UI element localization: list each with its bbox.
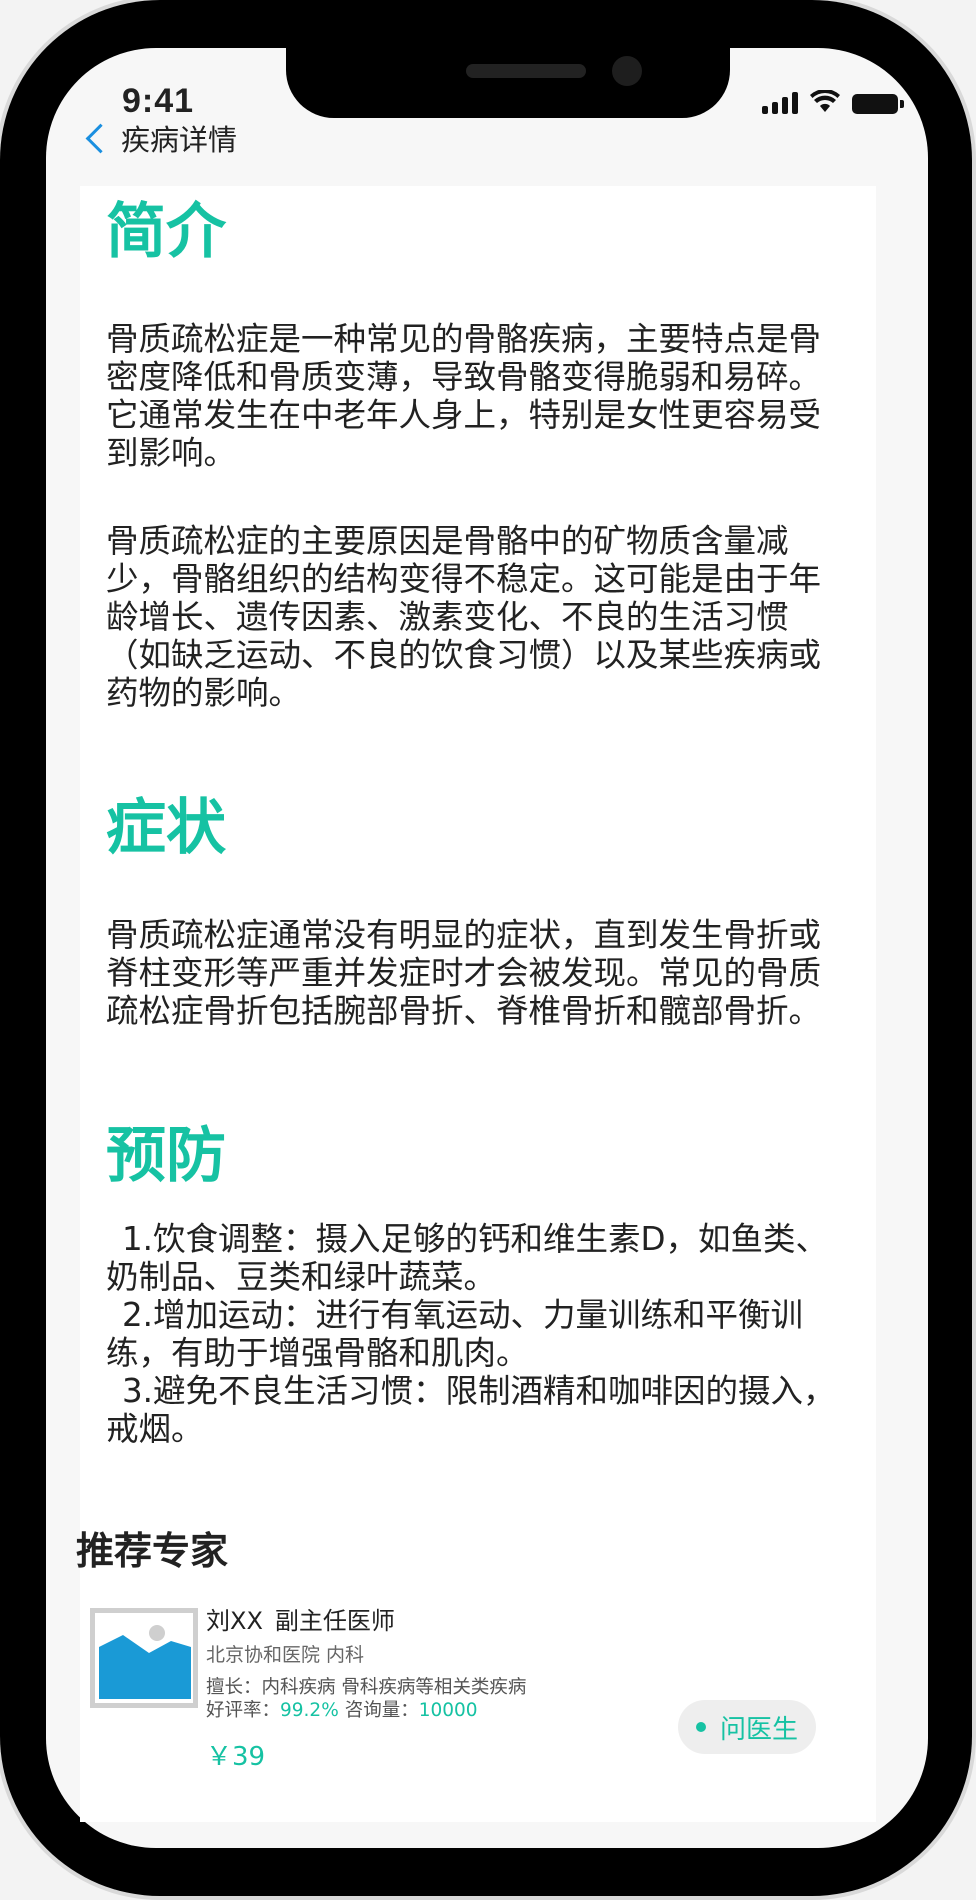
expert-hospital: 北京协和医院 内科 <box>206 1644 365 1666</box>
expert-rank: 副主任医师 <box>274 1607 395 1635</box>
consult-value: 10000 <box>418 1700 478 1721</box>
disease-content: 简介 骨质疏松症是一种常见的骨骼疾病，主要特点是骨密度降低和骨质变薄，导致骨骼变… <box>80 186 876 1822</box>
back-button[interactable]: 疾病详情 <box>80 116 237 160</box>
page-title: 疾病详情 <box>121 123 238 157</box>
expert-price: ￥39 <box>206 1742 266 1772</box>
notch <box>286 48 730 118</box>
battery-icon <box>852 94 904 114</box>
expert-name-line: 刘XX 副主任医师 <box>206 1604 726 1638</box>
section-title-intro: 简介 <box>106 197 226 267</box>
speaker <box>466 64 586 78</box>
status-icons <box>762 88 904 114</box>
section-title-prevention: 预防 <box>106 1121 226 1191</box>
experts-section-title: 推荐专家 <box>76 1529 229 1573</box>
rating-label: 好评率： <box>206 1700 281 1721</box>
prevention-list: 1.饮食调整：摄入足够的钙和维生素D，如鱼类、奶制品、豆类和绿叶蔬菜。 2.增加… <box>106 1220 846 1448</box>
signal-icon <box>762 92 798 114</box>
expert-info: 刘XX 副主任医师 北京协和医院 内科 擅长：内科疾病 骨科疾病等相关类疾病 好评… <box>206 1604 726 1773</box>
wifi-icon <box>810 90 840 112</box>
device-mockup: 9:41 疾病详情 简介 骨质疏松症是一种常见的骨骼疾病，主要特点是骨密度降低和… <box>0 0 976 1900</box>
ask-doctor-label: 问医生 <box>719 1714 798 1745</box>
rating-value: 99.2% <box>280 1700 339 1721</box>
expert-specialty: 擅长：内科疾病 骨科疾病等相关类疾病 <box>206 1677 527 1698</box>
prevention-item-2: 2.增加运动：进行有氧运动、力量训练和平衡训练，有助于增强骨骼和肌肉。 <box>106 1296 804 1372</box>
front-camera <box>612 56 642 86</box>
intro-paragraph-2: 骨质疏松症的主要原因是骨骼中的矿物质含量减少，骨骼组织的结构变得不稳定。这可能是… <box>106 522 822 712</box>
section-title-symptoms: 症状 <box>106 793 226 863</box>
expert-card[interactable]: 刘XX 副主任医师 北京协和医院 内科 擅长：内科疾病 骨科疾病等相关类疾病 好评… <box>86 1604 866 1784</box>
expert-stats: 好评率：99.2% 咨询量：10000 <box>206 1700 726 1722</box>
chevron-left-icon <box>85 123 116 153</box>
prevention-item-1: 1.饮食调整：摄入足够的钙和维生素D，如鱼类、奶制品、豆类和绿叶蔬菜。 <box>106 1220 829 1296</box>
image-placeholder-icon <box>95 1613 193 1703</box>
expert-name: 刘XX <box>206 1607 263 1635</box>
ask-doctor-button[interactable]: 问医生 <box>678 1700 816 1754</box>
prevention-item-3: 3.避免不良生活习惯：限制酒精和咖啡因的摄入，戒烟。 <box>106 1372 836 1448</box>
dot-icon <box>695 1722 706 1732</box>
intro-paragraph-1: 骨质疏松症是一种常见的骨骼疾病，主要特点是骨密度降低和骨质变薄，导致骨骼变得脆弱… <box>106 320 822 472</box>
consult-label: 咨询量： <box>344 1700 419 1721</box>
symptoms-paragraph: 骨质疏松症通常没有明显的症状，直到发生骨折或脊柱变形等严重并发症时才会被发现。常… <box>106 916 822 1030</box>
avatar <box>90 1608 198 1708</box>
